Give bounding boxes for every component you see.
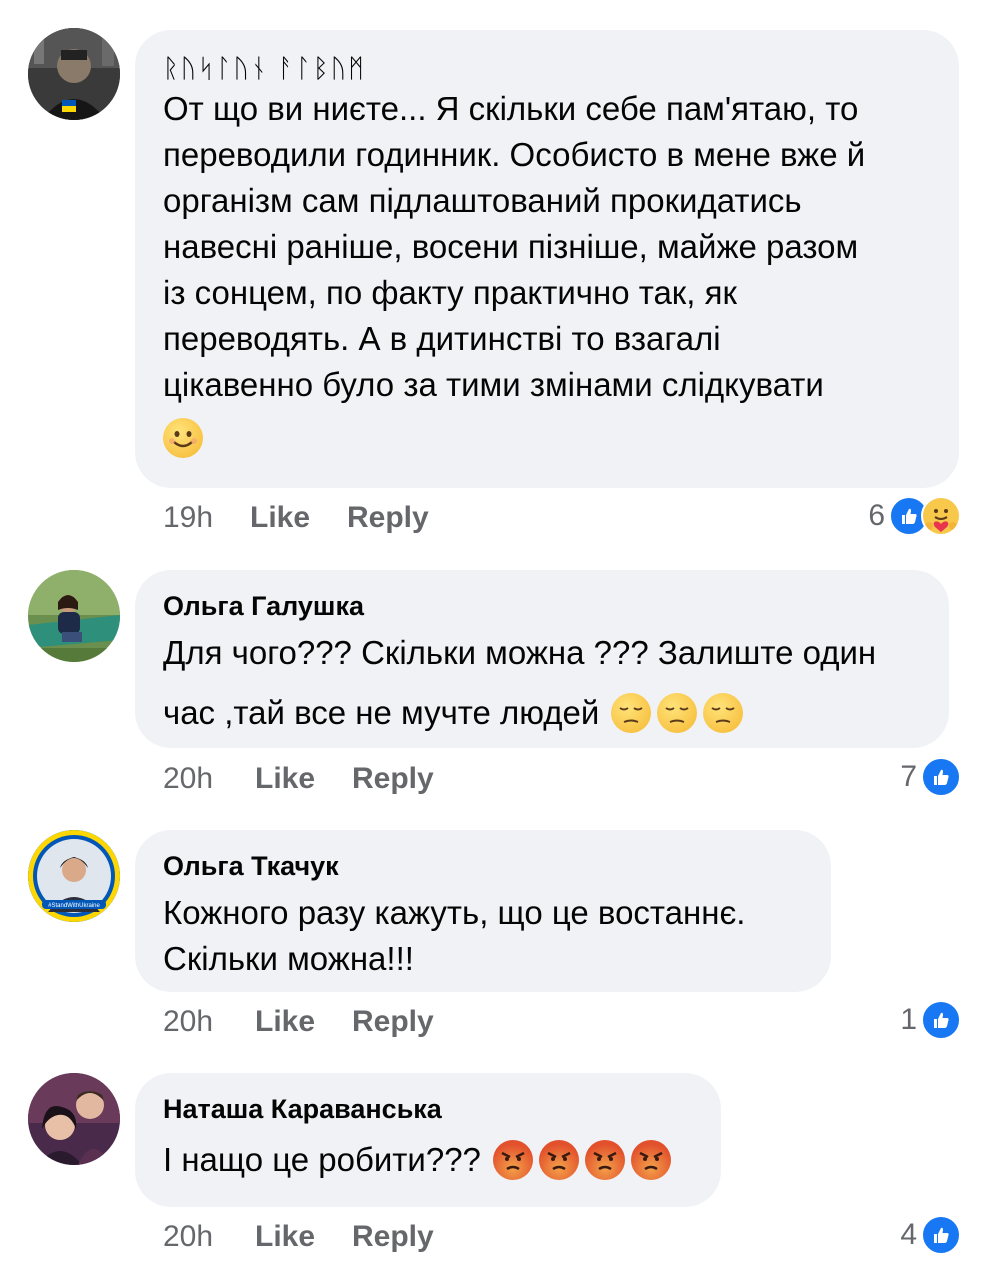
comment-line: переводили годинник. Особисто в мене вже…	[163, 136, 866, 173]
comment-line: навесні раніше, восени пізніше, майже ра…	[163, 228, 859, 265]
reaction-count: 6	[868, 499, 885, 532]
comment-author[interactable]: Ольга Галушка	[163, 590, 921, 622]
care-reaction-icon	[921, 496, 961, 536]
reaction-summary[interactable]: 4	[900, 1215, 961, 1255]
comment-line: Кожного разу кажуть, що це востаннє.	[163, 894, 746, 931]
angry-face-icon	[630, 1140, 671, 1180]
comment-line: переводять. А в дитинстві то взагалі	[163, 320, 721, 357]
emoji-row	[163, 418, 931, 458]
comment-bubble: Наташа Караванська І нащо це робити???	[135, 1073, 721, 1207]
reply-button[interactable]: Reply	[352, 762, 434, 796]
angry-face-icon	[584, 1140, 625, 1180]
comment-line-with-emoji: І нащо це робити???	[163, 1137, 693, 1183]
avatar[interactable]	[28, 28, 120, 120]
reply-button[interactable]: Reply	[352, 1005, 434, 1039]
comment-author[interactable]: ᚱᚢᛋᛚᚢᚾ ᚨᛚᛒᚢᛗ	[163, 52, 931, 84]
reaction-summary[interactable]: 6	[868, 496, 961, 536]
pensive-face-icon	[703, 693, 744, 733]
comment-line-with-emoji: час ,тай все не мучте людей	[163, 690, 921, 736]
avatar[interactable]	[28, 1073, 120, 1165]
reply-button[interactable]: Reply	[347, 501, 429, 535]
comment-line: цікавенно було за тими змінами слідкуват…	[163, 366, 824, 403]
comment-actions: 20h Like Reply	[163, 762, 434, 796]
stand-with-ukraine-badge: #StandWithUkraine	[48, 903, 100, 909]
reaction-count: 7	[900, 760, 917, 793]
comment-line: І нащо це робити???	[163, 1141, 481, 1178]
comment-line: із сонцем, по факту практично так, як	[163, 274, 737, 311]
reaction-count: 1	[900, 1003, 917, 1036]
avatar[interactable]: #StandWithUkraine	[28, 830, 120, 922]
angry-face-icon	[492, 1140, 533, 1180]
smiling-face-icon	[163, 418, 203, 458]
reaction-summary[interactable]: 1	[900, 1000, 961, 1040]
like-button[interactable]: Like	[255, 1005, 352, 1039]
comment-text: От що ви ниєте... Я скільки себе пам'ята…	[163, 86, 931, 408]
timestamp[interactable]: 20h	[163, 1005, 255, 1039]
comment-bubble: Ольга Галушка Для чого??? Скільки можна …	[135, 570, 949, 748]
pensive-face-icon	[657, 693, 698, 733]
like-reaction-icon	[921, 757, 961, 797]
angry-face-icon	[538, 1140, 579, 1180]
comment-bubble: Ольга Ткачук Кожного разу кажуть, що це …	[135, 830, 831, 992]
like-reaction-icon	[921, 1000, 961, 1040]
timestamp[interactable]: 20h	[163, 1220, 255, 1254]
comment-line: організм сам підлаштований прокидатись	[163, 182, 802, 219]
timestamp[interactable]: 20h	[163, 762, 255, 796]
comment-actions: 19h Like Reply	[163, 501, 429, 535]
like-button[interactable]: Like	[255, 1220, 352, 1254]
like-button[interactable]: Like	[250, 501, 347, 535]
comment-bubble: ᚱᚢᛋᛚᚢᚾ ᚨᛚᛒᚢᛗ От що ви ниєте... Я скільки…	[135, 30, 959, 488]
reaction-count: 4	[900, 1218, 917, 1251]
comment-line: От що ви ниєте... Я скільки себе пам'ята…	[163, 90, 859, 127]
like-button[interactable]: Like	[255, 762, 352, 796]
comment-author[interactable]: Ольга Ткачук	[163, 850, 803, 882]
reply-button[interactable]: Reply	[352, 1220, 434, 1254]
comment-line: час ,тай все не мучте людей	[163, 694, 600, 731]
pensive-face-icon	[611, 693, 652, 733]
comment-line: Скільки можна!!!	[163, 940, 414, 977]
comment-actions: 20h Like Reply	[163, 1220, 434, 1254]
like-reaction-icon	[921, 1215, 961, 1255]
avatar[interactable]	[28, 570, 120, 662]
comment-author[interactable]: Наташа Караванська	[163, 1093, 693, 1125]
comment-actions: 20h Like Reply	[163, 1005, 434, 1039]
comment-line: Для чого??? Скільки можна ??? Залиште од…	[163, 634, 877, 671]
timestamp[interactable]: 19h	[163, 501, 250, 535]
reaction-summary[interactable]: 7	[900, 757, 961, 797]
